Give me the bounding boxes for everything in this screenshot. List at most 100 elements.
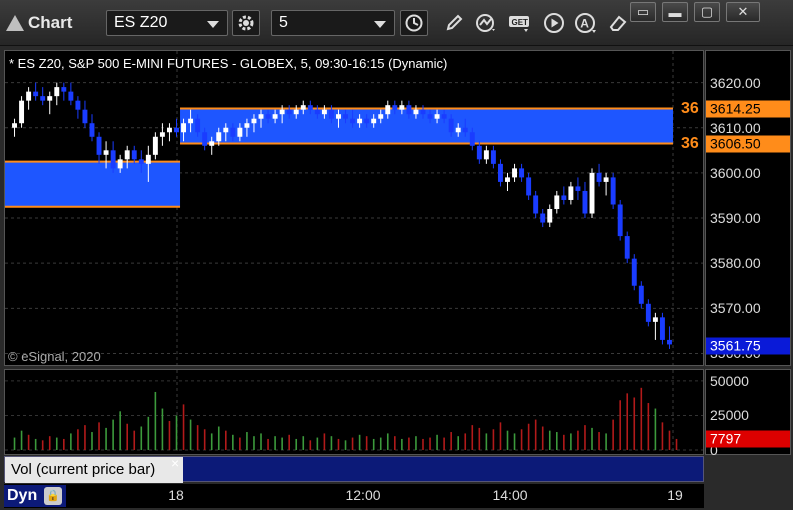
eraser-icon[interactable]	[604, 10, 632, 36]
candle-body	[145, 154, 151, 164]
svg-text:GET: GET	[512, 18, 529, 27]
price-tick-label: 3570.00	[710, 300, 761, 317]
clock-icon[interactable]	[400, 10, 428, 36]
candle-body	[469, 132, 475, 146]
candle-body	[645, 303, 651, 322]
candle-body	[174, 127, 179, 133]
candle-body	[350, 118, 356, 124]
candle-body	[617, 204, 623, 237]
study-icon[interactable]	[472, 10, 500, 36]
volume-bar	[408, 437, 410, 450]
volume-bar	[239, 437, 241, 450]
volume-bar	[274, 436, 276, 450]
candle-body	[568, 186, 574, 200]
candle-body	[378, 114, 384, 119]
volume-bar	[232, 434, 234, 450]
get-icon[interactable]: GET	[506, 10, 534, 36]
pencil-icon[interactable]	[440, 10, 468, 36]
interval-combo[interactable]: 5	[271, 10, 395, 36]
price-plot[interactable]: * ES Z20, S&P 500 E-MINI FUTURES - GLOBE…	[4, 50, 704, 366]
candle-body	[307, 105, 313, 110]
last-price-tag: 3561.75	[706, 337, 790, 355]
candle-body	[638, 285, 644, 304]
candle-body	[117, 159, 123, 169]
toolbar: Chart ES Z20 5 GET A ▭ ▬ ▢ ✕	[0, 0, 793, 46]
volume-bar	[246, 432, 248, 450]
candle-body	[89, 123, 95, 137]
volume-bar	[485, 433, 488, 450]
candle-body	[483, 150, 489, 160]
candle-body	[603, 177, 609, 182]
volume-bar	[478, 427, 481, 450]
candle-body	[596, 172, 602, 182]
close-study-icon[interactable]: ×	[171, 455, 179, 471]
volume-chart-svg[interactable]	[5, 370, 704, 455]
dynamic-button[interactable]: Dyn 🔒	[4, 485, 66, 507]
candle-body	[610, 177, 616, 205]
link-icon[interactable]: ▭	[630, 2, 656, 22]
close-icon[interactable]: ✕	[726, 2, 760, 22]
interval-value: 5	[279, 14, 288, 31]
candle-body	[223, 127, 229, 133]
candle-body	[181, 123, 187, 133]
volume-bar	[661, 422, 664, 450]
volume-bar	[654, 408, 657, 450]
candle-body	[448, 118, 454, 133]
volume-axis[interactable]: 50000 25000 0 7797	[705, 369, 791, 458]
dropdown-icon[interactable]	[374, 21, 386, 28]
volume-bar	[647, 403, 650, 450]
candle-body	[321, 109, 327, 115]
volume-bar	[534, 419, 537, 450]
volume-bar	[351, 437, 354, 450]
volume-bar	[344, 440, 347, 450]
study-label[interactable]: Vol (current price bar)	[5, 457, 183, 483]
candle-body	[47, 96, 53, 101]
dropdown-icon[interactable]	[207, 21, 219, 28]
volume-bar	[379, 437, 382, 450]
lock-icon[interactable]: 🔒	[44, 487, 62, 505]
volume-bar	[506, 430, 509, 450]
candle-body	[272, 114, 278, 119]
candle-body	[68, 91, 74, 101]
candle-body	[75, 100, 81, 110]
volume-bar	[48, 436, 51, 450]
volume-bar	[182, 404, 185, 450]
candle-body	[512, 168, 518, 178]
volume-bar	[598, 432, 600, 450]
auto-icon[interactable]: A	[572, 10, 600, 36]
volume-bar	[288, 434, 290, 450]
volume-bar	[34, 438, 37, 450]
settings-icon[interactable]	[232, 10, 260, 36]
volume-bar	[555, 432, 558, 450]
volume-bar	[13, 437, 16, 450]
volume-bar	[358, 434, 361, 450]
candle-body	[427, 114, 433, 119]
volume-bar	[196, 425, 199, 450]
play-icon[interactable]	[540, 10, 568, 36]
volume-bar	[675, 438, 678, 450]
volume-bar	[640, 387, 643, 450]
zone-count-upper: 36	[681, 99, 699, 117]
volume-bar	[337, 438, 340, 450]
volume-bar	[84, 425, 86, 450]
volume-bar	[365, 436, 368, 450]
time-axis[interactable]: 18 12:00 14:00 19	[4, 484, 704, 508]
volume-bar	[386, 433, 389, 450]
volume-plot[interactable]	[4, 369, 704, 455]
candle-body	[131, 150, 137, 160]
volume-bar	[281, 437, 283, 450]
volume-bar	[584, 425, 586, 450]
restore-icon[interactable]: ▬	[662, 2, 688, 22]
price-chart-svg[interactable]	[5, 51, 704, 366]
dynamic-label: Dyn	[7, 487, 38, 504]
maximize-icon[interactable]: ▢	[694, 2, 720, 22]
price-tick-label: 3590.00	[710, 210, 761, 227]
volume-bar	[302, 436, 305, 450]
symbol-combo[interactable]: ES Z20	[106, 10, 228, 36]
study-bar[interactable]: Vol (current price bar) ×	[4, 455, 704, 483]
zone-lower-price-tag: 3606.50	[706, 135, 790, 153]
price-tick-label: 3600.00	[710, 164, 761, 181]
candle-body	[251, 118, 257, 124]
zone-box	[5, 161, 181, 207]
price-axis[interactable]: 3620.00 3610.00 3600.00 3590.00 3580.00 3570.…	[705, 50, 791, 366]
